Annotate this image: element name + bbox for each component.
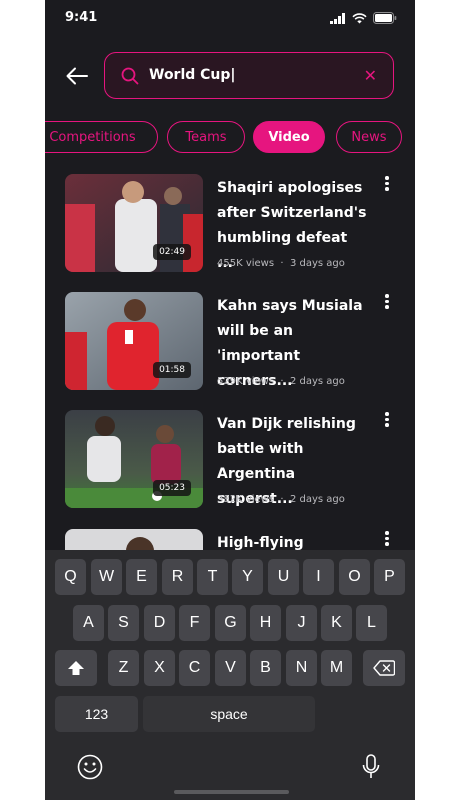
key-u[interactable]: U [268, 559, 299, 595]
status-time: 9:41 [65, 10, 98, 25]
battery-icon [373, 12, 397, 24]
more-vertical-icon[interactable] [381, 412, 393, 430]
key-x[interactable]: X [144, 650, 175, 686]
more-vertical-icon[interactable] [381, 294, 393, 312]
video-age: 3 days ago [289, 258, 345, 269]
key-r[interactable]: R [162, 559, 193, 595]
key-p[interactable]: P [374, 559, 405, 595]
emoji-button[interactable] [75, 752, 105, 782]
video-meta: 382K views · 2 days ago [217, 494, 345, 505]
chip-competitions[interactable]: Competitions [45, 121, 158, 153]
key-m[interactable]: M [321, 650, 352, 686]
video-item[interactable]: 05:23 Van Dijk relishing battle with Arg… [65, 410, 405, 510]
chip-news[interactable]: News [336, 121, 402, 153]
key-w[interactable]: W [91, 559, 122, 595]
video-item[interactable]: 01:58 Kahn says Musiala will be an 'impo… [65, 292, 405, 392]
backspace-key[interactable] [363, 650, 405, 686]
signal-icon [330, 12, 345, 24]
key-a[interactable]: A [73, 605, 104, 641]
key-o[interactable]: O [339, 559, 370, 595]
search-query: World Cup| [149, 67, 236, 83]
key-v[interactable]: V [215, 650, 246, 686]
key-d[interactable]: D [144, 605, 175, 641]
key-k[interactable]: K [321, 605, 352, 641]
key-b[interactable]: B [250, 650, 281, 686]
space-key[interactable]: space [143, 696, 315, 732]
key-z[interactable]: Z [108, 650, 139, 686]
video-duration: 05:23 [153, 480, 191, 496]
keyboard: Q W E R T Y U I O P A S D F G H J K L Z … [45, 550, 415, 800]
key-l[interactable]: L [356, 605, 387, 641]
key-f[interactable]: F [179, 605, 210, 641]
key-h[interactable]: H [250, 605, 281, 641]
backspace-icon [373, 660, 395, 676]
video-views: 529K views [217, 376, 275, 387]
microphone-icon [362, 754, 380, 778]
phone-screen: 9:41 World Cup| ✕ Competitions Teams Vid… [45, 0, 415, 800]
shift-icon [68, 661, 84, 675]
back-button[interactable] [63, 62, 91, 90]
clear-icon[interactable]: ✕ [364, 66, 377, 85]
search-icon [121, 67, 139, 85]
key-s[interactable]: S [108, 605, 139, 641]
video-meta: 455K views · 3 days ago [217, 258, 345, 269]
search-input[interactable]: World Cup| ✕ [104, 52, 394, 99]
meta-separator: · [277, 494, 287, 505]
key-j[interactable]: J [286, 605, 317, 641]
status-icons [330, 12, 397, 24]
key-q[interactable]: Q [55, 559, 86, 595]
chip-video[interactable]: Video [253, 121, 325, 153]
key-i[interactable]: I [303, 559, 334, 595]
chip-teams[interactable]: Teams [167, 121, 245, 153]
video-views: 382K views [217, 494, 275, 505]
video-item[interactable]: 02:49 Shaqiri apologises after Switzerla… [65, 174, 405, 274]
more-vertical-icon[interactable] [381, 531, 393, 549]
wifi-icon [352, 12, 367, 23]
video-age: 2 days ago [289, 494, 345, 505]
key-c[interactable]: C [179, 650, 210, 686]
emoji-icon [77, 754, 103, 780]
shift-key[interactable] [55, 650, 97, 686]
video-duration: 01:58 [153, 362, 191, 378]
dictation-button[interactable] [357, 752, 385, 782]
key-g[interactable]: G [215, 605, 246, 641]
numbers-key[interactable]: 123 [55, 696, 138, 732]
key-y[interactable]: Y [232, 559, 263, 595]
video-thumbnail[interactable]: 05:23 [65, 410, 203, 508]
meta-separator: · [277, 376, 287, 387]
video-views: 455K views [217, 258, 275, 269]
back-arrow-icon [66, 67, 88, 85]
status-bar: 9:41 [45, 0, 415, 40]
meta-separator: · [277, 258, 287, 269]
key-e[interactable]: E [126, 559, 157, 595]
video-meta: 529K views · 2 days ago [217, 376, 345, 387]
home-indicator[interactable] [174, 790, 289, 794]
video-duration: 02:49 [153, 244, 191, 260]
video-age: 2 days ago [289, 376, 345, 387]
key-n[interactable]: N [286, 650, 317, 686]
video-thumbnail[interactable]: 01:58 [65, 292, 203, 390]
key-t[interactable]: T [197, 559, 228, 595]
video-thumbnail[interactable]: 02:49 [65, 174, 203, 272]
more-vertical-icon[interactable] [381, 176, 393, 194]
